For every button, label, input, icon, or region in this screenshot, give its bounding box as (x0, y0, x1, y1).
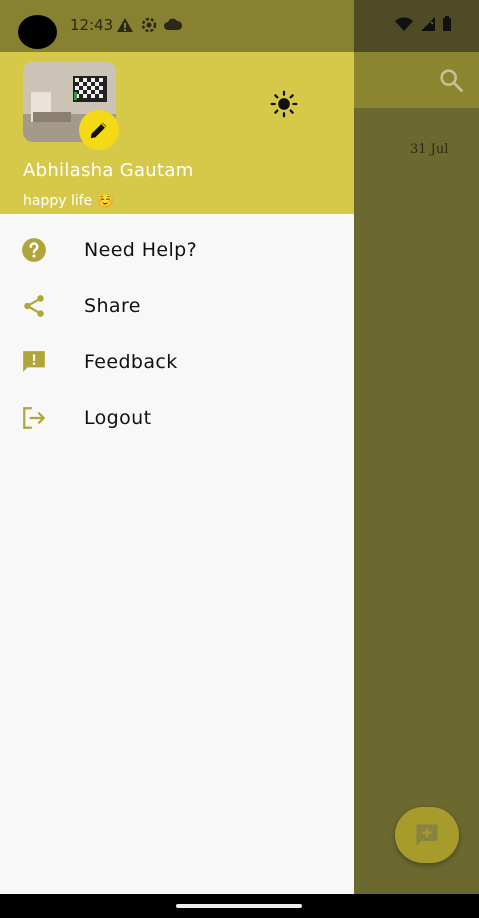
home-gesture-handle[interactable] (176, 904, 302, 908)
feedback-icon (20, 348, 48, 376)
menu-item-need-help[interactable]: Need Help? (0, 222, 354, 278)
system-status-icons (394, 16, 452, 32)
user-name: Abhilasha Gautam (23, 160, 194, 181)
logout-icon (20, 404, 48, 432)
menu-item-feedback[interactable]: Feedback (0, 334, 354, 390)
status-bar: 12:43 (0, 0, 354, 52)
drawer-menu: Need Help? Share Feedback Logout (0, 222, 354, 446)
signal-icon (421, 17, 435, 31)
theme-toggle-button[interactable] (268, 88, 300, 120)
navigation-drawer: 12:43 Abhilasha Gautam happy life ☺️ Nee… (0, 0, 354, 894)
add-chat-icon (416, 824, 438, 846)
menu-label: Share (84, 295, 141, 317)
chat-date: 31 Jul (410, 142, 449, 157)
menu-label: Feedback (84, 351, 178, 373)
menu-label: Logout (84, 407, 152, 429)
status-time: 12:43 (70, 16, 114, 34)
notification-icons (116, 16, 182, 34)
wifi-icon (395, 17, 413, 31)
help-circle-icon (20, 236, 48, 264)
new-chat-button[interactable] (395, 807, 459, 863)
menu-item-logout[interactable]: Logout (0, 390, 354, 446)
cloud-icon (164, 18, 182, 30)
pencil-icon (90, 122, 107, 139)
battery-icon (443, 16, 451, 31)
edit-profile-button[interactable] (79, 110, 119, 150)
camera-cutout (18, 15, 57, 49)
drawer-header: Abhilasha Gautam happy life ☺️ (0, 52, 354, 214)
share-icon (20, 292, 48, 320)
menu-label: Need Help? (84, 239, 198, 261)
menu-item-share[interactable]: Share (0, 278, 354, 334)
search-icon[interactable] (437, 66, 465, 94)
user-status: happy life ☺️ (23, 193, 115, 209)
settings-gear-icon (141, 17, 157, 33)
sun-icon (270, 90, 298, 118)
warning-icon (117, 18, 133, 32)
